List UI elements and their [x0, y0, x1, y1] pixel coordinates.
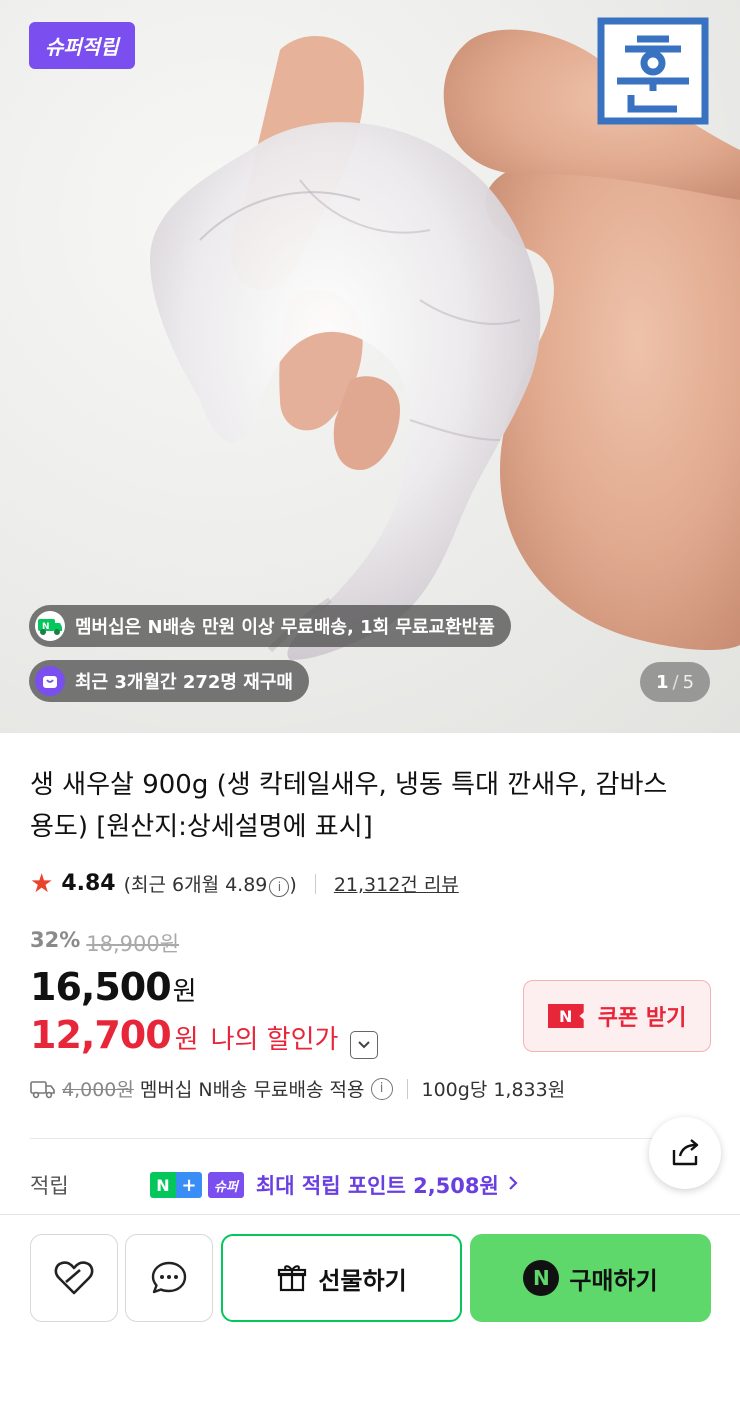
coupon-button[interactable]: N 쿠폰 받기 — [523, 980, 711, 1052]
original-price: 18,900원 — [86, 932, 180, 956]
sale-price: 16,500 원 — [30, 965, 197, 1009]
image-pager: 1 / 5 — [640, 662, 710, 702]
chevron-right-icon — [507, 1173, 519, 1197]
reviews-link[interactable]: 21,312건 리뷰 — [334, 870, 459, 897]
super-reward-badge: 슈퍼적립 — [29, 22, 135, 69]
pager-total: 5 — [682, 671, 695, 693]
info-icon[interactable]: i — [370, 1077, 393, 1100]
buy-button[interactable]: N 구매하기 — [470, 1234, 711, 1322]
unit-price: 100g당 1,833원 — [421, 1079, 566, 1101]
gift-icon — [278, 1265, 307, 1292]
brand-logo — [597, 17, 709, 125]
divider — [314, 873, 316, 894]
membership-shipping-text: 멤버십은 N배송 만원 이상 무료배송, 1회 무료교환반품 — [75, 617, 495, 638]
naver-pay-icon: N — [523, 1260, 560, 1296]
super-chip: 슈퍼 — [208, 1172, 244, 1198]
points-label: 적립 — [30, 1174, 69, 1198]
gift-button-label: 선물하기 — [318, 1266, 407, 1295]
sale-price-unit: 원 — [172, 977, 197, 1007]
buy-button-label: 구매하기 — [569, 1266, 658, 1295]
product-image-carousel[interactable]: 슈퍼적립 N 멤버십은 N배송 만원 이상 무료배송, 1회 무료교환반품 최근… — [0, 0, 740, 733]
wishlist-button[interactable] — [30, 1234, 118, 1322]
naver-coupon-icon: N — [547, 1004, 584, 1028]
rebuy-text: 최근 3개월간 272명 재구매 — [75, 672, 293, 693]
shipping-text: 멤버십 N배송 무료배송 적용 — [139, 1079, 365, 1101]
max-points-text: 최대 적립 포인트 2,508원 — [255, 1174, 499, 1198]
recent-rating-close: ) — [289, 874, 297, 896]
points-row[interactable]: 적립 N + 슈퍼 최대 적립 포인트 2,508원 — [30, 1170, 630, 1200]
my-price-label: 나의 할인가 — [210, 1025, 339, 1055]
heart-icon — [54, 1261, 94, 1295]
svg-text:N: N — [42, 622, 50, 632]
rating-row: ★ 4.84 (최근 6개월 4.89 i) 21,312건 리뷰 — [30, 870, 459, 897]
my-price-unit: 원 — [174, 1025, 199, 1055]
product-title: 생 새우살 900g (생 칵테일새우, 냉동 특대 깐새우, 감바스용도) [… — [30, 770, 668, 842]
divider — [406, 1078, 408, 1099]
chevron-down-icon[interactable] — [350, 1031, 379, 1059]
share-button[interactable] — [649, 1117, 721, 1189]
action-bar-divider — [0, 1214, 740, 1215]
info-icon[interactable]: i — [269, 877, 290, 897]
share-icon — [672, 1139, 699, 1166]
discount-percent: 32% — [30, 928, 81, 952]
discount-line: 32% 18,900원 — [30, 928, 179, 958]
truck-icon — [30, 1080, 55, 1098]
shopping-bag-icon — [35, 666, 65, 696]
shipping-row: 4,000원 멤버십 N배송 무료배송 적용 i 100g당 1,833원 — [30, 1075, 565, 1102]
rating-score: 4.84 — [61, 871, 116, 896]
naver-plus-n-chip: N — [150, 1172, 176, 1198]
recent-rating: (최근 6개월 4.89 i) — [124, 870, 297, 897]
recent-rating-text: (최근 6개월 4.89 — [123, 874, 268, 896]
naver-delivery-icon: N — [35, 611, 65, 641]
sale-price-value: 16,500 — [30, 965, 172, 1009]
my-discount-price[interactable]: 12,700 원 나의 할인가 — [30, 1013, 379, 1059]
coupon-button-label: 쿠폰 받기 — [597, 1006, 687, 1031]
rebuy-pill: 최근 3개월간 272명 재구매 — [29, 660, 309, 702]
section-divider — [30, 1138, 710, 1139]
pager-separator: / — [672, 671, 679, 693]
my-price-value: 12,700 — [30, 1013, 172, 1057]
pager-current: 1 — [655, 671, 669, 693]
star-icon: ★ — [30, 868, 54, 899]
shipping-original-fee: 4,000원 — [62, 1079, 134, 1101]
chat-bubble-icon — [151, 1261, 187, 1294]
membership-shipping-pill: N 멤버십은 N배송 만원 이상 무료배송, 1회 무료교환반품 — [29, 605, 511, 647]
naver-plus-chip: + — [176, 1172, 202, 1198]
gift-button[interactable]: 선물하기 — [221, 1234, 462, 1322]
talk-button[interactable] — [125, 1234, 213, 1322]
